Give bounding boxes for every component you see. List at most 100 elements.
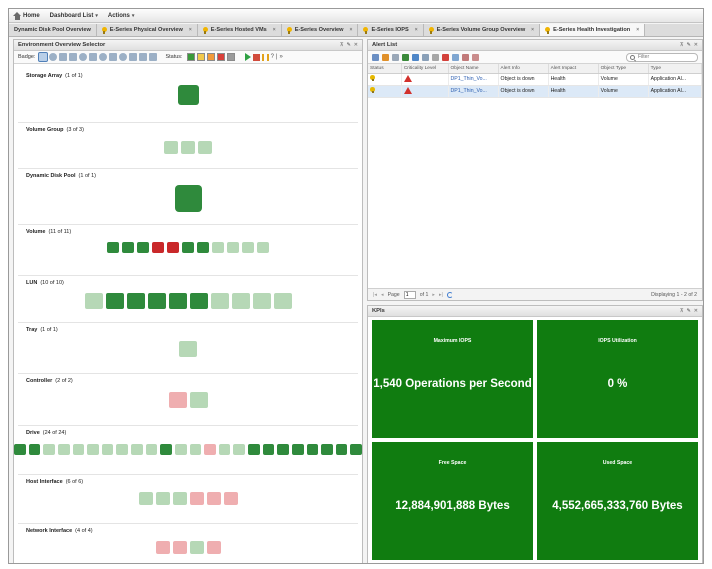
object-health-tile[interactable] [198,141,212,154]
kpi-tile-iops-utilization[interactable]: IOPS Utilization 0 % [537,320,698,438]
object-health-tile[interactable] [131,444,143,455]
close-icon[interactable]: × [350,27,353,33]
filter-input[interactable] [638,54,693,60]
anomalies-badge-icon[interactable] [79,53,88,61]
table-row[interactable]: DP1_Thin_Vo... Object is down Health Volume… [368,73,702,86]
capacity-badge-icon[interactable] [109,53,118,61]
object-health-tile[interactable] [306,444,319,455]
tab-e-series-iops[interactable]: E-Series IOPS × [358,24,424,36]
object-health-tile[interactable] [189,541,204,554]
object-health-tile[interactable] [277,444,289,455]
column-header-object-name[interactable]: Object Name [448,64,499,74]
first-page-button[interactable]: |◂ [373,292,377,298]
object-health-tile[interactable] [137,242,149,253]
tab-e-series-physical-overview[interactable]: E-Series Physical Overview × [97,24,198,36]
object-health-tile[interactable] [291,444,304,455]
object-health-tile[interactable] [43,444,55,455]
density-badge-icon[interactable] [129,53,138,61]
object-health-tile[interactable] [138,492,153,505]
pin-icon[interactable]: ⊼ [680,308,684,314]
next-page-button[interactable]: ▸ [432,292,435,298]
object-health-tile[interactable] [223,492,238,505]
object-name-cell[interactable]: DP1_Thin_Vo... [448,85,499,98]
object-health-tile[interactable] [227,242,239,253]
last-page-button[interactable]: ▸| [439,292,443,298]
sort-icon[interactable] [422,53,429,61]
efficiency-badge-icon[interactable] [59,53,68,61]
faults-badge-icon[interactable] [89,53,98,61]
object-health-tile[interactable] [248,444,260,455]
object-health-tile[interactable] [107,242,119,253]
close-icon[interactable]: × [189,27,192,33]
filter-icon[interactable] [412,53,419,61]
edit-icon[interactable]: ✎ [687,42,691,48]
status-filter-button[interactable] [206,53,215,61]
compliance-badge-icon[interactable] [149,53,158,61]
pause-icon[interactable] [261,53,269,61]
object-health-tile[interactable] [252,293,271,309]
object-health-tile[interactable] [189,293,208,309]
object-health-tile[interactable] [210,293,229,309]
close-icon[interactable]: × [531,27,534,33]
risk-badge-icon[interactable] [49,53,58,61]
kpi-tile-maximum-iops[interactable]: Maximum IOPS 1,540 Operations per Second [372,320,533,438]
grouping-icon[interactable] [372,53,379,61]
take-ownership-icon[interactable] [402,53,409,61]
object-health-tile[interactable] [189,492,204,505]
object-health-tile[interactable] [182,242,194,253]
cancel-alert-icon[interactable] [382,53,389,61]
close-icon[interactable]: ✕ [694,42,698,48]
object-health-tile[interactable] [204,444,216,455]
object-health-tile[interactable] [160,444,172,455]
status-filter-button[interactable] [196,53,205,61]
object-health-tile[interactable] [174,444,187,455]
prev-page-button[interactable]: ◂ [381,292,384,298]
object-health-tile[interactable] [206,492,221,505]
object-health-tile[interactable] [206,541,221,554]
time-remaining-badge-icon[interactable] [99,53,108,61]
close-icon[interactable]: × [273,27,276,33]
object-health-tile[interactable] [167,242,179,253]
expand-icon[interactable]: » [279,54,282,60]
workload-badge-icon[interactable] [69,53,78,61]
stress-badge-icon[interactable] [119,53,128,61]
pin-icon[interactable]: ⊼ [340,42,344,48]
tab-e-series-overview[interactable]: E-Series Overview × [282,24,359,36]
tab-dynamic-disk-pool-overview[interactable]: Dynamic Disk Pool Overview [9,24,97,36]
watch-icon[interactable] [452,53,459,61]
column-header-object-type[interactable]: Object Type [598,64,649,74]
page-number-input[interactable] [403,290,416,299]
object-health-tile[interactable] [197,242,209,253]
object-health-tile[interactable] [174,185,202,212]
tab-e-series-hosted-vms[interactable]: E-Series Hosted VMs × [198,24,282,36]
object-health-tile[interactable] [147,293,166,309]
column-header-alert-impact[interactable]: Alert Impact [548,64,599,74]
kpi-tile-used-space[interactable]: Used Space 4,552,665,333,760 Bytes [537,442,698,560]
tab-e-series-volume-group-overview[interactable]: E-Series Volume Group Overview × [424,24,541,36]
close-icon[interactable]: × [415,27,418,33]
column-header-type[interactable]: Type [648,64,702,74]
health-badge-icon[interactable] [38,52,49,62]
table-row[interactable]: DP1_Thin_Vo... Object is down Health Volume… [368,85,702,98]
object-health-tile[interactable] [87,444,99,455]
object-health-tile[interactable] [231,293,250,309]
object-health-tile[interactable] [218,444,231,455]
object-health-tile[interactable] [233,444,245,455]
object-health-tile[interactable] [105,293,124,309]
object-health-tile[interactable] [164,141,178,154]
object-health-tile[interactable] [168,392,187,408]
object-health-tile[interactable] [101,444,114,455]
kpi-tile-free-space[interactable]: Free Space 12,884,901,888 Bytes [372,442,533,560]
object-health-tile[interactable] [189,392,208,408]
object-health-tile[interactable] [181,141,195,154]
edit-icon[interactable]: ✎ [347,42,351,48]
reclaimable-badge-icon[interactable] [139,53,148,61]
group-icon[interactable] [472,53,479,61]
object-name-cell[interactable]: DP1_Thin_Vo... [448,73,499,86]
dashboard-list-menu[interactable]: Dashboard List ▾ [50,13,98,19]
object-health-tile[interactable] [242,242,254,253]
object-health-tile[interactable] [350,444,362,455]
object-health-tile[interactable] [155,541,170,554]
release-ownership-icon[interactable] [432,53,439,61]
refresh-icon[interactable] [446,291,453,298]
